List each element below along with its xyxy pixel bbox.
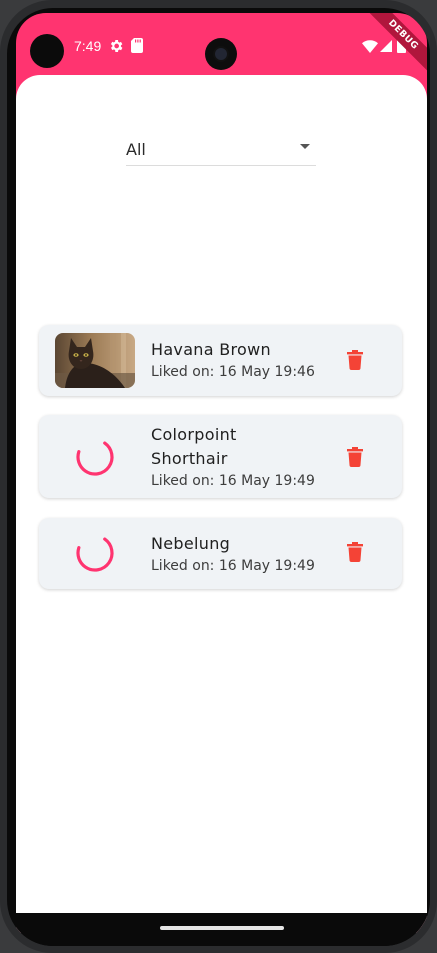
liked-on-date: Liked on: 16 May 19:46	[151, 364, 315, 380]
breed-name: Havana Brown	[151, 340, 271, 359]
breed-name-line1: Colorpoint	[151, 425, 237, 444]
favourite-card[interactable]: Havana Brown Liked on: 16 May 19:46	[39, 325, 402, 396]
app-screen: 7:49 DEBUG All Havana Brown Liked on: 16…	[16, 13, 427, 933]
favourite-card[interactable]: Nebelung Liked on: 16 May 19:49	[39, 518, 402, 589]
liked-on-date: Liked on: 16 May 19:49	[151, 558, 315, 574]
camera-cutout	[30, 34, 64, 68]
navigation-bar	[7, 913, 430, 946]
breed-name: Nebelung	[151, 534, 231, 553]
loading-spinner	[76, 534, 114, 572]
sd-card-icon	[131, 38, 143, 53]
delete-icon[interactable]	[347, 350, 363, 370]
cat-thumbnail	[55, 333, 135, 388]
filter-dropdown[interactable]: All	[126, 125, 316, 166]
status-bar: 7:49 DEBUG	[16, 13, 427, 79]
favourites-page: All Havana Brown Liked on: 16 May 19:46 …	[16, 75, 427, 933]
favourite-card[interactable]: Colorpoint Shorthair Liked on: 16 May 19…	[39, 415, 402, 498]
signal-icon	[380, 40, 392, 52]
loading-spinner	[76, 438, 114, 476]
front-camera	[205, 38, 237, 70]
delete-icon[interactable]	[347, 542, 363, 562]
status-time: 7:49	[74, 38, 102, 54]
filter-selected-value: All	[126, 140, 146, 159]
gear-icon	[110, 40, 123, 52]
cat-photo	[55, 333, 135, 388]
delete-icon[interactable]	[347, 447, 363, 467]
phone-frame: 7:49 DEBUG All Havana Brown Liked on: 16…	[0, 0, 437, 953]
wifi-icon	[362, 40, 378, 53]
home-indicator[interactable]	[160, 926, 284, 930]
breed-name-line2: Shorthair	[151, 449, 228, 468]
dropdown-arrow-icon	[300, 144, 310, 149]
phone-bezel: 7:49 DEBUG All Havana Brown Liked on: 16…	[7, 8, 430, 946]
liked-on-date: Liked on: 16 May 19:49	[151, 473, 315, 489]
